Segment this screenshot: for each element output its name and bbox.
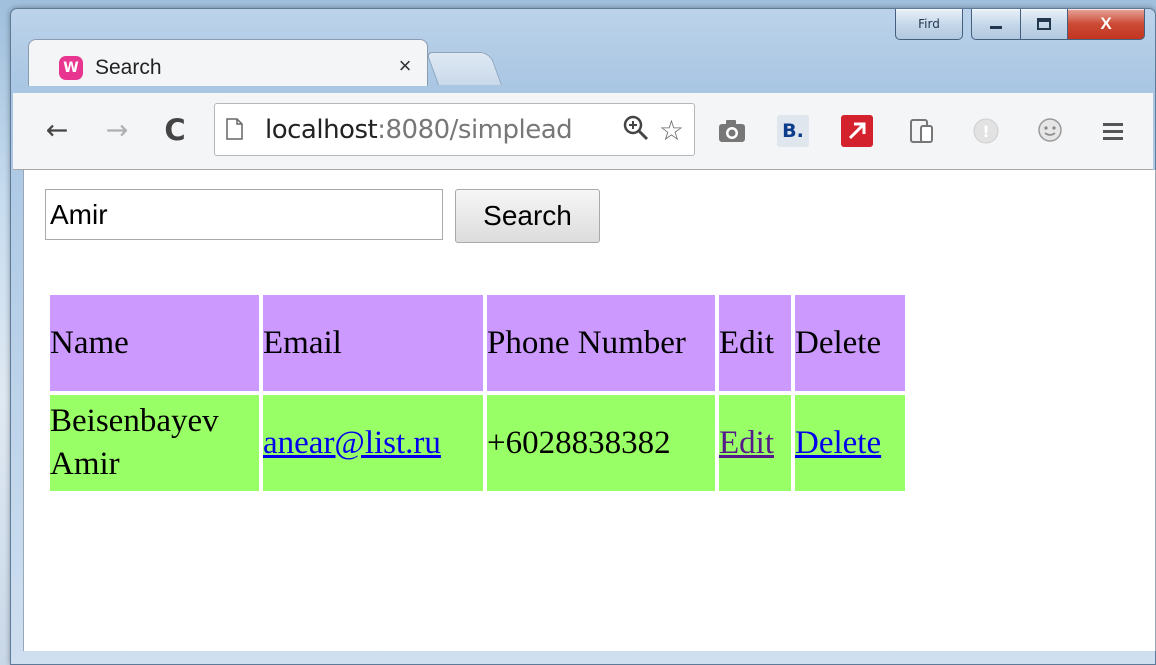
- minimize-icon: [990, 26, 1002, 29]
- zoom-icon[interactable]: [623, 115, 649, 147]
- b-icon[interactable]: B.: [777, 115, 809, 147]
- maximize-button[interactable]: [1021, 9, 1068, 40]
- page-icon: [226, 118, 243, 140]
- close-window-button[interactable]: X: [1068, 9, 1145, 40]
- url-text: localhost:8080/simplead: [265, 115, 573, 145]
- minimize-button[interactable]: [971, 9, 1021, 40]
- results-table: Name Email Phone Number Edit Delete Beis…: [46, 291, 909, 495]
- favicon-icon: W: [59, 56, 83, 80]
- profile-button[interactable]: Fird: [895, 9, 963, 40]
- address-bar[interactable]: localhost:8080/simplead ☆: [214, 103, 695, 156]
- header-edit: Edit: [719, 295, 791, 391]
- email-link[interactable]: anear@list.ru: [263, 425, 441, 461]
- forward-icon[interactable]: →: [99, 112, 135, 148]
- browser-toolbar: ← → C localhost:8080/simplead ☆ B. !: [13, 93, 1153, 170]
- header-delete: Delete: [795, 295, 905, 391]
- close-icon: X: [1100, 14, 1112, 33]
- table-row: Beisenbayev Amir anear@list.ru +60288383…: [50, 395, 905, 491]
- url-host: localhost: [265, 115, 378, 145]
- cell-email: anear@list.ru: [263, 395, 483, 491]
- cell-delete: Delete: [795, 395, 905, 491]
- caption-buttons: Fird X: [895, 9, 1145, 40]
- tab-close-icon[interactable]: ×: [393, 52, 417, 80]
- bookmark-star-icon[interactable]: ☆: [659, 114, 684, 147]
- cell-edit: Edit: [719, 395, 791, 491]
- cell-phone: +6028838382: [487, 395, 715, 491]
- device-icon[interactable]: [906, 115, 938, 147]
- tab-title: Search: [95, 56, 162, 79]
- maximize-icon: [1037, 18, 1051, 30]
- red-arrow-icon[interactable]: [841, 115, 873, 147]
- delete-link[interactable]: Delete: [795, 425, 881, 461]
- face-icon[interactable]: [1034, 115, 1066, 147]
- cell-name: Beisenbayev Amir: [50, 395, 259, 491]
- new-tab-button[interactable]: [425, 52, 503, 85]
- exclamation-icon[interactable]: !: [970, 115, 1002, 147]
- menu-icon[interactable]: [1097, 115, 1129, 147]
- search-input[interactable]: [45, 189, 443, 240]
- page-content: Search Name Email Phone Number Edit Dele…: [23, 170, 1156, 651]
- header-email: Email: [263, 295, 483, 391]
- header-name: Name: [50, 295, 259, 391]
- header-phone: Phone Number: [487, 295, 715, 391]
- edit-link[interactable]: Edit: [719, 425, 774, 461]
- url-rest: :8080/simplead: [377, 115, 573, 145]
- camera-icon[interactable]: [716, 115, 748, 147]
- tab-search[interactable]: W Search ×: [28, 39, 428, 86]
- svg-text:!: !: [982, 122, 989, 141]
- search-button[interactable]: Search: [455, 189, 600, 243]
- reload-icon[interactable]: C: [157, 112, 193, 148]
- back-icon[interactable]: ←: [39, 112, 75, 148]
- table-header-row: Name Email Phone Number Edit Delete: [50, 295, 905, 391]
